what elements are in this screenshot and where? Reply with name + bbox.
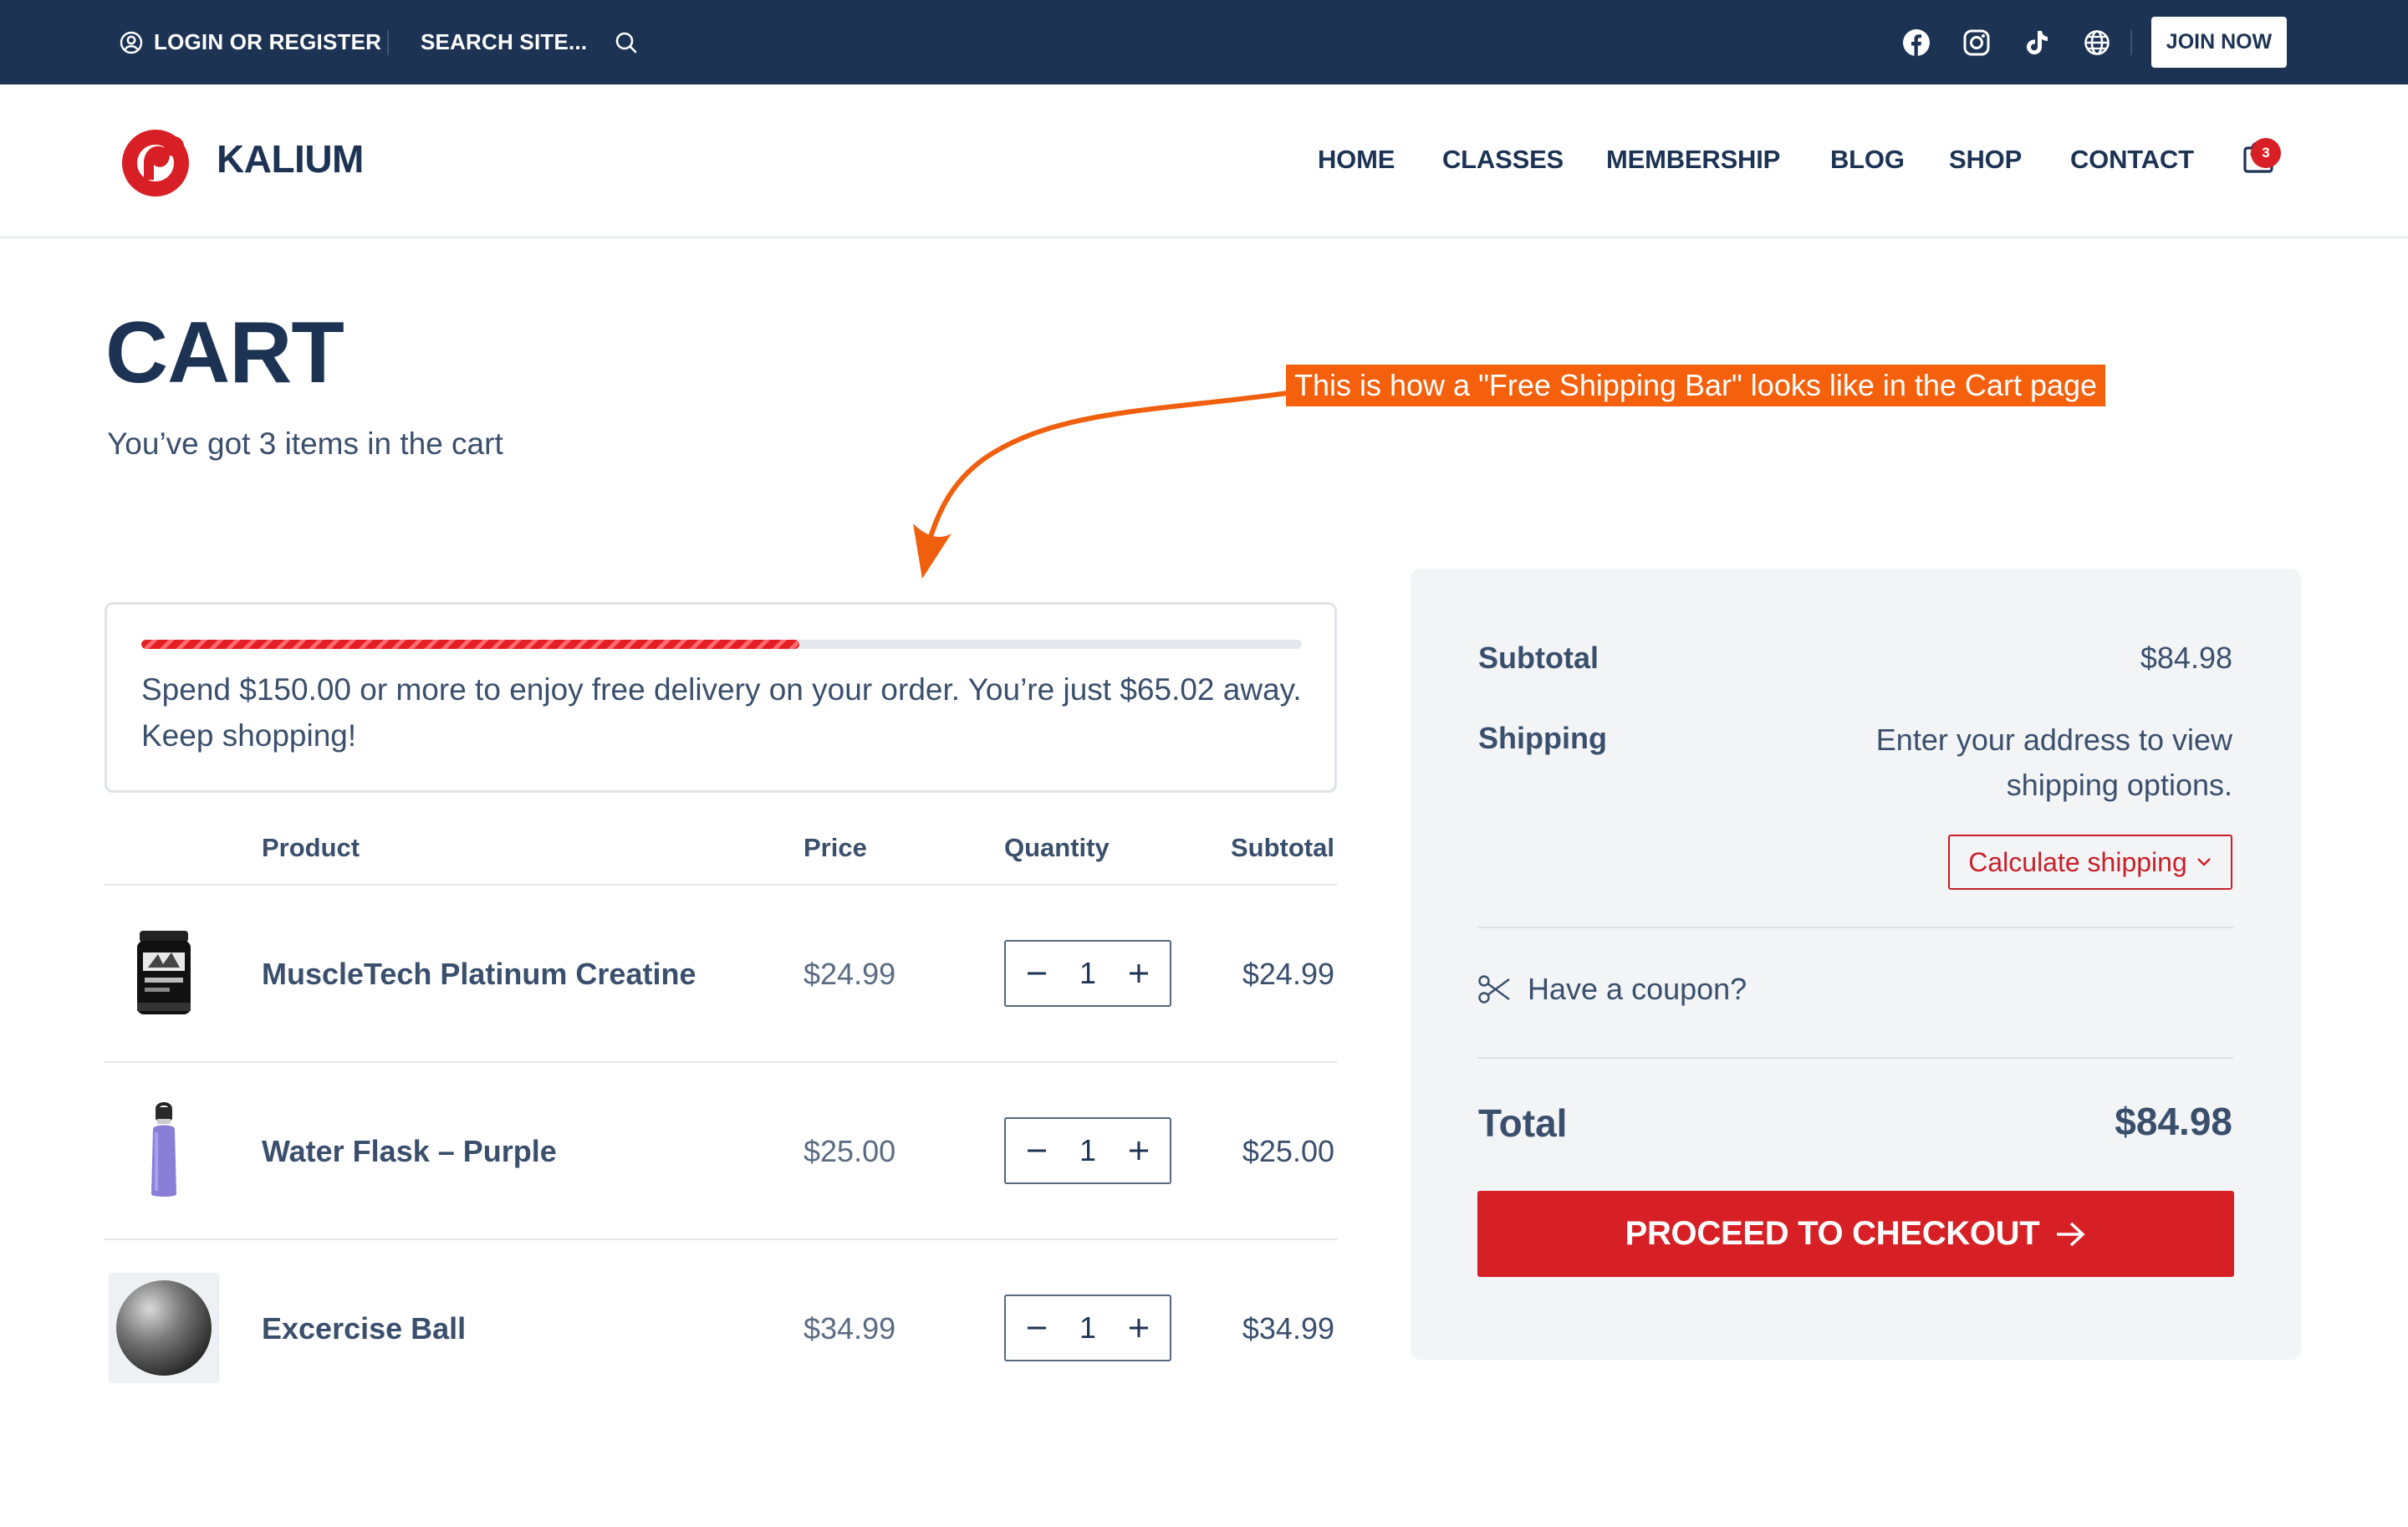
column-header-product: Product: [262, 833, 360, 862]
calculate-shipping-label: Calculate shipping: [1968, 846, 2187, 877]
quantity-stepper: 1: [1004, 1117, 1171, 1184]
totals-divider: [1477, 1057, 2233, 1059]
logo-text[interactable]: KALIUM: [217, 136, 364, 181]
quantity-value[interactable]: 1: [1079, 1133, 1096, 1168]
tiktok-icon[interactable]: [2022, 28, 2052, 58]
total-label: Total: [1478, 1101, 1568, 1145]
water-flask-image[interactable]: [109, 1095, 219, 1206]
logo-icon[interactable]: [119, 126, 196, 200]
exercise-ball-image[interactable]: [109, 1273, 219, 1383]
nav-classes[interactable]: CLASSES: [1442, 145, 1564, 175]
scissors-icon: [1477, 973, 1513, 1006]
product-price: $25.00: [804, 1134, 896, 1168]
product-price: $24.99: [804, 957, 896, 991]
subtotal-label: Subtotal: [1478, 641, 1599, 675]
search-icon[interactable]: [611, 28, 641, 58]
calculate-shipping-button[interactable]: Calculate shipping: [1948, 835, 2232, 890]
topbar-divider: [2130, 30, 2132, 55]
column-header-subtotal: Subtotal: [1231, 833, 1334, 862]
shipping-progress-fill: [141, 640, 799, 649]
annotation-arrow: [913, 391, 1290, 579]
login-register-label: LOGIN OR REGISTER: [154, 29, 382, 54]
plus-icon[interactable]: [1126, 1315, 1151, 1341]
coupon-label: Have a coupon?: [1528, 972, 1747, 1006]
table-divider: [105, 884, 1337, 886]
page-title: CART: [105, 304, 344, 401]
quantity-value[interactable]: 1: [1079, 1310, 1096, 1346]
totals-divider: [1477, 927, 2233, 928]
quantity-stepper: 1: [1004, 1295, 1171, 1361]
subtotal-value: $84.98: [2140, 641, 2232, 675]
join-now-button[interactable]: JOIN NOW: [2151, 17, 2287, 68]
quantity-stepper: 1: [1004, 940, 1171, 1007]
minus-icon[interactable]: [1024, 961, 1049, 986]
nav-blog[interactable]: BLOG: [1830, 145, 1905, 175]
checkout-label: PROCEED TO CHECKOUT: [1625, 1215, 2040, 1252]
login-register-link[interactable]: LOGIN OR REGISTER: [119, 0, 381, 84]
annotation-label: This is how a "Free Shipping Bar" looks …: [1286, 365, 2106, 406]
product-subtotal: $34.99: [1242, 1311, 1334, 1346]
shipping-progress-track: [141, 640, 1302, 649]
creatine-jar-image[interactable]: [109, 918, 219, 1029]
site-header: KALIUM HOME CLASSES MEMBERSHIP BLOG SHOP…: [0, 84, 2408, 238]
plus-icon[interactable]: [1126, 1138, 1151, 1163]
topbar-divider: [387, 30, 389, 55]
free-shipping-bar: Spend $150.00 or more to enjoy free deli…: [105, 602, 1337, 793]
table-divider: [105, 1061, 1337, 1063]
coupon-toggle[interactable]: Have a coupon?: [1477, 972, 1747, 1007]
product-subtotal: $25.00: [1242, 1134, 1334, 1168]
plus-icon[interactable]: [1126, 961, 1151, 986]
total-value: $84.98: [2115, 1100, 2232, 1143]
product-name-link[interactable]: MuscleTech Platinum Creatine: [262, 957, 696, 992]
facebook-icon[interactable]: [1901, 28, 1931, 58]
product-name-link[interactable]: Water Flask – Purple: [262, 1134, 557, 1169]
product-name-link[interactable]: Excercise Ball: [262, 1311, 466, 1346]
table-divider: [105, 1238, 1337, 1240]
column-header-price: Price: [804, 833, 867, 862]
cart-totals-panel: Subtotal $84.98 Shipping Enter your addr…: [1411, 569, 2301, 1360]
search-site-link[interactable]: SEARCH SITE...: [421, 0, 587, 84]
shipping-label: Shipping: [1478, 721, 1607, 755]
arrow-right-icon: [2054, 1220, 2086, 1249]
product-subtotal: $24.99: [1242, 957, 1334, 991]
top-bar: LOGIN OR REGISTER SEARCH SITE... JOIN NO…: [0, 0, 2408, 84]
nav-home[interactable]: HOME: [1318, 145, 1395, 175]
cart-count-badge: 3: [2251, 138, 2281, 168]
nav-shop[interactable]: SHOP: [1949, 145, 2022, 175]
chevron-down-icon: [2196, 856, 2212, 868]
proceed-to-checkout-button[interactable]: PROCEED TO CHECKOUT: [1477, 1191, 2234, 1277]
quantity-value[interactable]: 1: [1079, 956, 1096, 991]
minus-icon[interactable]: [1024, 1138, 1049, 1163]
product-price: $34.99: [804, 1311, 896, 1346]
shipping-message: Enter your address to view shipping opti…: [1875, 723, 2232, 802]
column-header-quantity: Quantity: [1004, 833, 1110, 862]
page-subtitle: You’ve got 3 items in the cart: [107, 426, 503, 461]
nav-contact[interactable]: CONTACT: [2070, 145, 2194, 175]
instagram-icon[interactable]: [1962, 28, 1992, 58]
minus-icon[interactable]: [1024, 1315, 1049, 1341]
shipping-bar-message: Spend $150.00 or more to enjoy free deli…: [141, 672, 1302, 753]
user-icon: [119, 30, 144, 55]
globe-icon[interactable]: [2082, 28, 2112, 58]
search-site-label: SEARCH SITE...: [421, 29, 588, 54]
nav-membership[interactable]: MEMBERSHIP: [1606, 145, 1780, 175]
